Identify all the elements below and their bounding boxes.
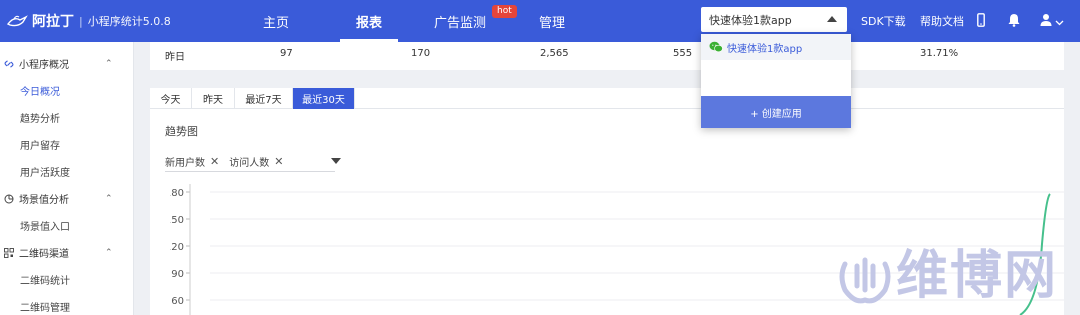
tab-last-30-days[interactable]: 最近30天 [293,88,355,109]
wechat-icon [709,41,723,56]
sdk-download-link[interactable]: SDK下载 [861,0,906,42]
row-label: 昨日 [165,52,185,63]
watermark-logo-icon [839,257,891,304]
caret-down-icon[interactable] [331,158,341,164]
hot-badge: hot [492,5,517,18]
sidebar-item-user-activity[interactable]: 用户活跃度 [0,158,134,185]
chevron-down-icon[interactable] [1055,16,1064,29]
tab-yesterday[interactable]: 昨天 [192,88,235,109]
metric-chip-label: 新用户数 [165,157,205,169]
caret-up-icon [827,16,837,22]
create-app-label: + 创建应用 [750,108,802,120]
table-cell: 555 [673,48,693,59]
sidebar: 小程序概况 ⌃ 今日概况 趋势分析 用户留存 用户活跃度 场景值分析 ⌃ 场景值… [0,42,134,315]
bell-icon[interactable] [1008,13,1020,30]
nav-manage-label: 管理 [538,15,565,31]
sidebar-group-qrcode[interactable]: 二维码渠道 ⌃ [0,239,134,266]
y-tick-label: 150 [170,215,184,226]
summary-table: 昨日 97 170 2,565 555 31.71% [150,42,1064,70]
tab-last-7-days[interactable]: 最近7天 [235,88,293,109]
y-tick-label: 60 [171,296,184,307]
logo-separator: | [79,14,83,28]
help-docs-link[interactable]: 帮助文档 [920,0,964,42]
sidebar-item-label: 二维码管理 [20,303,70,314]
create-app-button[interactable]: + 创建应用 [701,96,851,128]
close-icon[interactable]: ✕ [274,155,283,168]
metric-chip[interactable]: 访问人数 ✕ [229,154,283,169]
top-nav-bar: 阿拉丁 | 小程序统计5.0.8 主页 报表 广告监测 hot 管理 快速体验1… [0,0,1080,42]
user-icon[interactable] [1040,13,1052,30]
chevron-up-icon: ⌃ [105,247,113,258]
table-cell: 170 [411,48,431,59]
nav-manage[interactable]: 管理 [533,0,571,42]
y-tick-label: 90 [171,269,184,280]
sidebar-group-qrcode-label: 二维码渠道 [19,249,69,260]
help-docs-label: 帮助文档 [920,15,964,28]
close-icon[interactable]: ✕ [210,155,219,168]
app-dropdown-menu: 快速体验1款app + 创建应用 [701,34,851,128]
sidebar-item-scene-entry[interactable]: 场景值入口 [0,212,134,239]
version-label: 小程序统计5.0.8 [87,15,171,28]
sidebar-item-qrcode-stats[interactable]: 二维码统计 [0,266,134,293]
qr-code-icon [4,247,14,258]
sidebar-item-label: 场景值入口 [20,222,70,233]
app-selector[interactable]: 快速体验1款app [701,7,847,32]
app-dropdown-item[interactable]: 快速体验1款app [701,34,851,60]
watermark: 维博网 [830,240,1080,315]
nav-ad-monitor[interactable]: 广告监测 [430,0,490,42]
tab-label: 今天 [160,95,181,106]
app-dropdown-item-label: 快速体验1款app [727,43,803,55]
chevron-up-icon: ⌃ [105,193,113,204]
y-tick-label: 180 [170,188,184,199]
sidebar-item-trend-analysis[interactable]: 趋势分析 [0,104,134,131]
sidebar-item-label: 用户留存 [20,141,60,152]
sdk-download-label: SDK下载 [861,15,906,28]
trend-chart-title: 趋势图 [165,125,198,138]
chevron-up-icon: ⌃ [105,58,113,69]
tab-today[interactable]: 今天 [150,88,192,109]
sidebar-item-label: 今日概况 [20,87,60,98]
table-cell: 2,565 [540,48,569,59]
sidebar-item-label: 趋势分析 [20,114,60,125]
pie-chart-icon [4,194,14,204]
watermark-text: 维博网 [896,246,1059,306]
tab-label: 最近7天 [245,95,282,106]
date-range-tabs: 今天 昨天 最近7天 最近30天 [150,88,1064,109]
logo-name: 阿拉丁 [32,14,74,30]
y-tick-label: 120 [170,242,184,253]
sidebar-group-scene[interactable]: 场景值分析 ⌃ [0,185,134,212]
tab-label: 昨天 [203,95,223,106]
nav-reports[interactable]: 报表 [340,0,398,42]
nav-home-label: 主页 [262,15,289,31]
nav-home[interactable]: 主页 [255,0,297,42]
table-cell: 97 [280,48,293,59]
sidebar-item-label: 用户活跃度 [20,168,70,179]
nav-reports-label: 报表 [355,15,382,31]
sidebar-group-overview[interactable]: 小程序概况 ⌃ [0,50,134,77]
sidebar-item-qrcode-manage[interactable]: 二维码管理 [0,293,134,315]
link-icon [4,59,14,69]
sidebar-item-today-overview[interactable]: 今日概况 [0,77,134,104]
sidebar-group-scene-label: 场景值分析 [19,195,69,206]
sidebar-item-user-retention[interactable]: 用户留存 [0,131,134,158]
metric-chip[interactable]: 新用户数 ✕ [165,154,219,169]
filter-underline [165,171,335,172]
table-cell: 31.71% [920,48,959,59]
app-selector-value: 快速体验1款app [709,13,792,27]
mobile-icon[interactable] [977,13,985,30]
tab-label: 最近30天 [302,95,345,106]
sidebar-item-label: 二维码统计 [20,276,70,287]
nav-ad-monitor-label: 广告监测 [433,15,486,31]
metric-chip-label: 访问人数 [229,157,270,169]
sidebar-group-overview-label: 小程序概况 [19,60,69,71]
aladdin-lamp-icon [6,10,30,32]
metric-filter[interactable]: 新用户数 ✕ 访问人数 ✕ [165,151,341,172]
app-logo[interactable]: 阿拉丁 | 小程序统计5.0.8 [6,8,176,34]
